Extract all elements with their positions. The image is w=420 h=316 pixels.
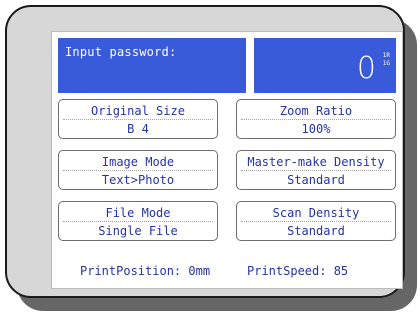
copy-count-display: 0 1R 1G	[254, 38, 396, 93]
file-mode-button[interactable]: File Mode Single File	[58, 201, 218, 241]
scan-density-value: Standard	[287, 224, 345, 238]
zoom-ratio-button[interactable]: Zoom Ratio 100%	[236, 99, 396, 139]
scan-density-button[interactable]: Scan Density Standard	[236, 201, 396, 241]
print-speed-status: PrintSpeed: 85	[247, 264, 349, 278]
tray-indicator-bottom: 1G	[382, 60, 390, 67]
master-make-density-label: Master-make Density	[241, 154, 391, 171]
tray-indicator-top: 1R	[382, 52, 390, 59]
scan-density-label: Scan Density	[241, 205, 391, 222]
image-mode-button[interactable]: Image Mode Text>Photo	[58, 150, 218, 190]
master-make-density-value: Standard	[287, 173, 345, 187]
file-mode-value: Single File	[98, 224, 178, 238]
image-mode-label: Image Mode	[63, 154, 213, 171]
image-mode-value: Text>Photo	[101, 173, 175, 187]
zoom-ratio-value: 100%	[301, 122, 331, 136]
master-make-density-button[interactable]: Master-make Density Standard	[236, 150, 396, 190]
zoom-ratio-label: Zoom Ratio	[241, 103, 391, 120]
touch-panel-screen: Input password: 0 1R 1G Original Size B …	[51, 31, 403, 289]
original-size-label: Original Size	[63, 103, 213, 120]
file-mode-label: File Mode	[63, 205, 213, 222]
copy-count-value: 0	[356, 51, 376, 86]
password-label: Input password:	[65, 45, 177, 59]
print-position-status: PrintPosition: 0mm	[80, 264, 211, 278]
password-input-field[interactable]: Input password:	[58, 38, 246, 93]
original-size-button[interactable]: Original Size B 4	[58, 99, 218, 139]
original-size-value: B 4	[127, 122, 149, 136]
